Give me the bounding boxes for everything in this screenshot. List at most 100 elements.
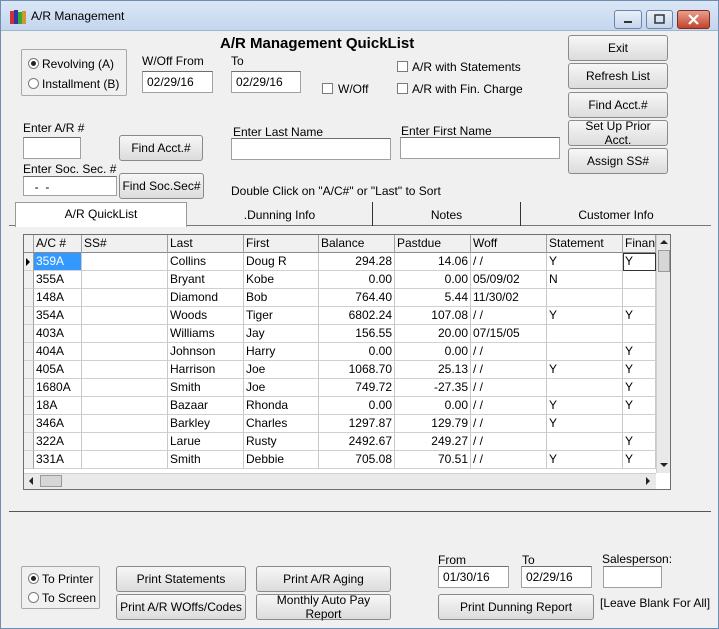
cell-balance[interactable]: 0.00 [319, 343, 395, 361]
woff-to-field[interactable]: 02/29/16 [231, 71, 301, 93]
cell-balance[interactable]: 749.72 [319, 379, 395, 397]
cell-first[interactable]: Joe [244, 361, 319, 379]
row-selector[interactable] [24, 325, 34, 343]
cell-last[interactable]: Williams [168, 325, 244, 343]
cell-pastdue[interactable]: 5.44 [395, 289, 471, 307]
cell-balance[interactable]: 1297.87 [319, 415, 395, 433]
cell-finan[interactable]: Y [623, 379, 656, 397]
cell-pastdue[interactable]: 25.13 [395, 361, 471, 379]
cell-woff[interactable]: / / [471, 253, 547, 271]
cell-ac[interactable]: 354A [34, 307, 82, 325]
cell-first[interactable]: Joe [244, 379, 319, 397]
first-name-field[interactable] [400, 137, 560, 159]
cell-pastdue[interactable]: 249.27 [395, 433, 471, 451]
cell-balance[interactable]: 6802.24 [319, 307, 395, 325]
ss-number-field[interactable]: - - [23, 176, 117, 196]
row-selector[interactable] [24, 415, 34, 433]
cell-balance[interactable]: 156.55 [319, 325, 395, 343]
cell-ss[interactable] [82, 307, 168, 325]
scroll-up-icon[interactable] [657, 235, 671, 249]
cell-woff[interactable]: 05/09/02 [471, 271, 547, 289]
cell-statement[interactable] [547, 289, 623, 307]
cell-ac[interactable]: 405A [34, 361, 82, 379]
set-up-prior-acct-button[interactable]: Set Up Prior Acct. [568, 119, 668, 147]
print-statements-button[interactable]: Print Statements [116, 566, 246, 592]
cell-ac[interactable]: 346A [34, 415, 82, 433]
title-bar[interactable]: A/R Management [1, 1, 718, 31]
tab-dunning-info[interactable]: .Dunning Info [187, 202, 373, 226]
cell-balance[interactable]: 1068.70 [319, 361, 395, 379]
ar-quicklist-grid[interactable]: A/C # SS# Last First Balance Pastdue Wof… [23, 234, 671, 490]
ar-number-field[interactable] [23, 137, 81, 159]
cell-ac[interactable]: 18A [34, 397, 82, 415]
print-ar-aging-button[interactable]: Print A/R Aging [256, 566, 391, 592]
cell-woff[interactable]: / / [471, 379, 547, 397]
cell-pastdue[interactable]: 129.79 [395, 415, 471, 433]
cell-pastdue[interactable]: -27.35 [395, 379, 471, 397]
monthly-auto-pay-report-button[interactable]: Monthly Auto Pay Report [256, 593, 391, 621]
scroll-left-icon[interactable] [24, 474, 38, 488]
cell-woff[interactable]: 11/30/02 [471, 289, 547, 307]
cell-ac[interactable]: 1680A [34, 379, 82, 397]
cell-pastdue[interactable]: 107.08 [395, 307, 471, 325]
cell-pastdue[interactable]: 0.00 [395, 397, 471, 415]
cell-statement[interactable]: N [547, 271, 623, 289]
report-to-field[interactable]: 02/29/16 [521, 566, 592, 588]
cell-statement[interactable] [547, 343, 623, 361]
row-selector[interactable] [24, 289, 34, 307]
cell-pastdue[interactable]: 0.00 [395, 271, 471, 289]
cell-woff[interactable]: / / [471, 415, 547, 433]
fin-charge-checkbox[interactable] [397, 83, 408, 94]
cell-woff[interactable]: / / [471, 451, 547, 469]
exit-button[interactable]: Exit [568, 35, 668, 61]
cell-first[interactable]: Kobe [244, 271, 319, 289]
col-header-woff[interactable]: Woff [471, 235, 547, 253]
cell-woff[interactable]: / / [471, 361, 547, 379]
cell-statement[interactable]: Y [547, 253, 623, 271]
cell-woff[interactable]: / / [471, 433, 547, 451]
cell-ss[interactable] [82, 397, 168, 415]
col-header-ac[interactable]: A/C # [34, 235, 82, 253]
row-selector[interactable] [24, 451, 34, 469]
cell-first[interactable]: Rhonda [244, 397, 319, 415]
statements-checkbox[interactable] [397, 61, 408, 72]
last-name-field[interactable] [231, 138, 391, 160]
col-header-ss[interactable]: SS# [82, 235, 168, 253]
cell-statement[interactable]: Y [547, 361, 623, 379]
scroll-thumb[interactable] [658, 250, 670, 272]
cell-finan[interactable]: Y [623, 361, 656, 379]
cell-finan[interactable] [623, 415, 656, 433]
cell-statement[interactable] [547, 325, 623, 343]
print-dunning-report-button[interactable]: Print Dunning Report [438, 594, 594, 620]
cell-balance[interactable]: 705.08 [319, 451, 395, 469]
col-header-pastdue[interactable]: Pastdue [395, 235, 471, 253]
cell-balance[interactable]: 0.00 [319, 397, 395, 415]
row-selector[interactable] [24, 307, 34, 325]
cell-ac[interactable]: 403A [34, 325, 82, 343]
cell-ss[interactable] [82, 415, 168, 433]
tab-notes[interactable]: Notes [373, 202, 521, 226]
cell-statement[interactable]: Y [547, 451, 623, 469]
to-printer-radio[interactable] [28, 573, 39, 584]
cell-ss[interactable] [82, 271, 168, 289]
cell-ac[interactable]: 355A [34, 271, 82, 289]
print-woffs-codes-button[interactable]: Print A/R WOffs/Codes [116, 594, 246, 620]
cell-ss[interactable] [82, 343, 168, 361]
row-selector[interactable] [24, 397, 34, 415]
vertical-scrollbar[interactable] [656, 235, 671, 473]
cell-ss[interactable] [82, 289, 168, 307]
col-header-last[interactable]: Last [168, 235, 244, 253]
cell-balance[interactable]: 0.00 [319, 271, 395, 289]
minimize-button[interactable] [614, 10, 642, 29]
cell-ac[interactable]: 148A [34, 289, 82, 307]
maximize-button[interactable] [646, 10, 673, 29]
cell-statement[interactable]: Y [547, 415, 623, 433]
find-acct-side-button[interactable]: Find Acct.# [568, 92, 668, 118]
cell-balance[interactable]: 294.28 [319, 253, 395, 271]
row-selector[interactable] [24, 271, 34, 289]
cell-first[interactable]: Charles [244, 415, 319, 433]
cell-first[interactable]: Bob [244, 289, 319, 307]
cell-ss[interactable] [82, 433, 168, 451]
cell-pastdue[interactable]: 20.00 [395, 325, 471, 343]
cell-statement[interactable]: Y [547, 397, 623, 415]
